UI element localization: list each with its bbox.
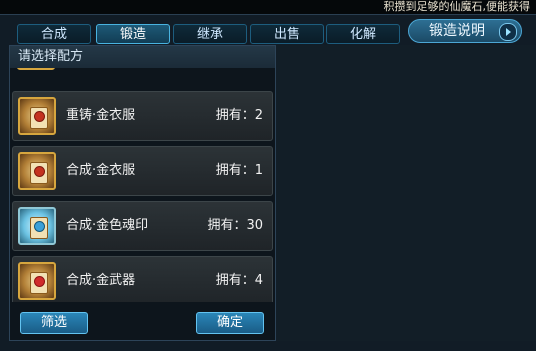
recipe-name: 重铸·金衣服 <box>66 108 136 123</box>
panel-title: 请选择配方 <box>10 46 275 68</box>
list-item-partial <box>12 68 273 74</box>
recipe-panel: 请选择配方 重铸·金衣服 拥有：2 合成·金衣服 拥有：1 合成·金色魂印 拥有… <box>9 45 276 341</box>
recipe-owned-count: 拥有：30 <box>207 218 263 233</box>
recipe-name: 合成·金武器 <box>66 273 136 288</box>
confirm-button[interactable]: 确定 <box>196 312 264 334</box>
forge-guide-button[interactable]: 锻造说明 <box>408 19 522 43</box>
panel-footer: 筛选 确定 <box>10 302 275 340</box>
recipe-owned-count: 拥有：4 <box>215 273 263 288</box>
tab-sell[interactable]: 出售 <box>250 24 324 44</box>
arrow-right-icon <box>499 23 517 41</box>
scroll-icon <box>18 97 56 135</box>
recipe-list[interactable]: 重铸·金衣服 拥有：2 合成·金衣服 拥有：1 合成·金色魂印 拥有：30 合成… <box>10 68 275 302</box>
forge-guide-label: 锻造说明 <box>429 23 485 39</box>
recipe-item[interactable]: 合成·金武器 拥有：4 <box>12 256 273 302</box>
tab-synthesis[interactable]: 合成 <box>17 24 91 44</box>
recipe-item[interactable]: 重铸·金衣服 拥有：2 <box>12 91 273 141</box>
recipe-name: 合成·金色魂印 <box>66 218 149 233</box>
filter-button[interactable]: 筛选 <box>20 312 88 334</box>
recipe-item[interactable]: 合成·金色魂印 拥有：30 <box>12 201 273 251</box>
hint-banner: 积攒到足够的仙魔石,便能获得 <box>0 0 536 14</box>
scroll-icon <box>18 207 56 245</box>
tab-inherit[interactable]: 继承 <box>173 24 247 44</box>
tab-forge[interactable]: 锻造 <box>96 24 170 44</box>
recipe-name: 合成·金衣服 <box>66 163 136 178</box>
recipe-owned-count: 拥有：2 <box>215 108 263 123</box>
scroll-icon <box>18 262 56 300</box>
scroll-icon <box>18 152 56 190</box>
recipe-item[interactable]: 合成·金衣服 拥有：1 <box>12 146 273 196</box>
tab-dissolve[interactable]: 化解 <box>326 24 400 44</box>
scroll-icon <box>17 68 55 70</box>
recipe-owned-count: 拥有：1 <box>215 163 263 178</box>
forge-detail-area <box>276 45 536 341</box>
